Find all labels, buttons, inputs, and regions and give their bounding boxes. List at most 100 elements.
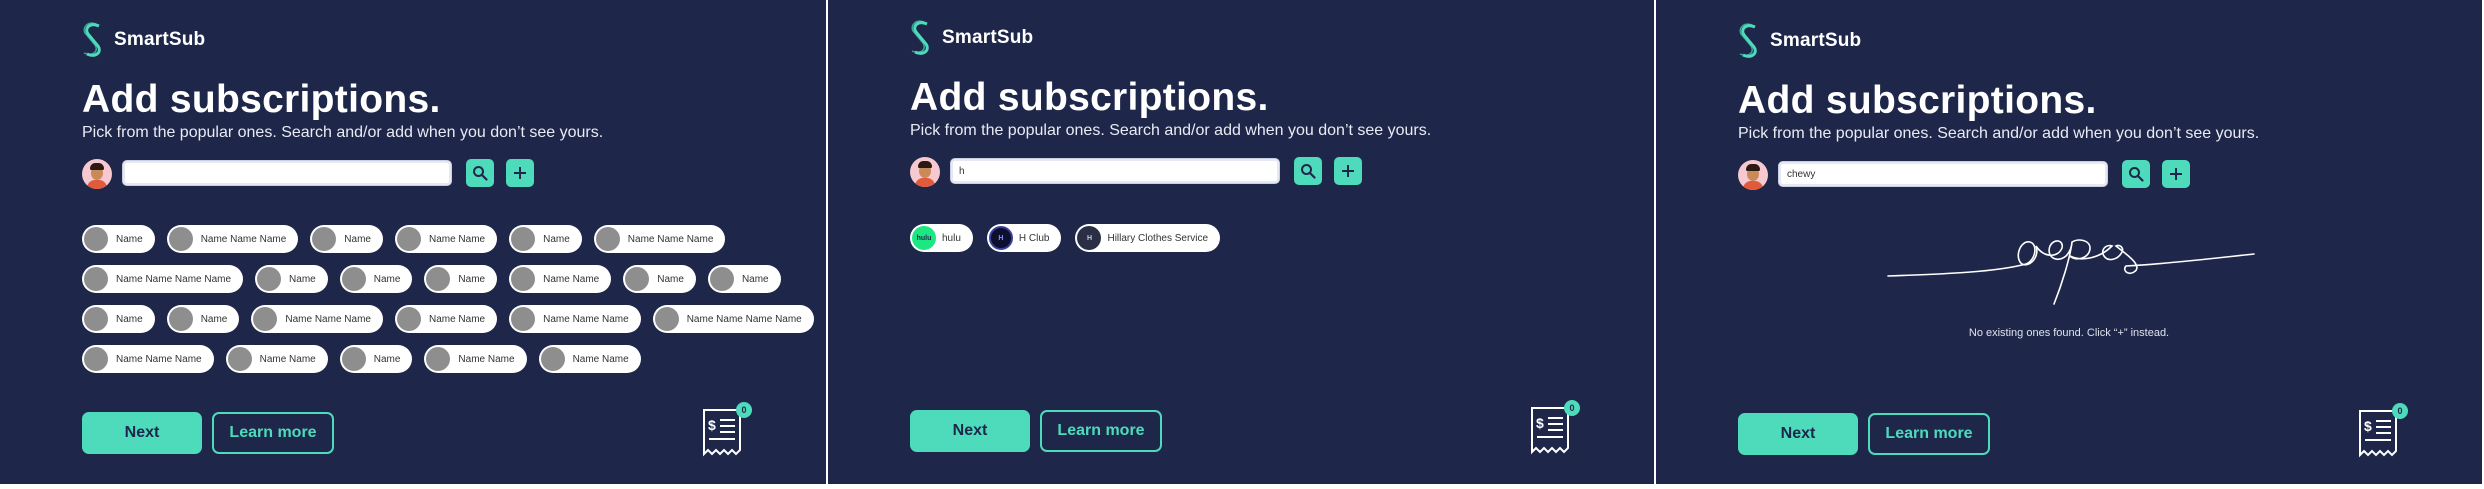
chip-label: hulu	[942, 232, 961, 244]
chip-logo	[84, 267, 108, 291]
svg-text:$: $	[708, 417, 716, 433]
brand: SmartSub	[1738, 21, 1861, 61]
subscription-chip[interactable]: Name	[424, 265, 498, 293]
next-button[interactable]: Next	[82, 412, 202, 454]
empty-message: No existing ones found. Click “+” instea…	[1968, 327, 2170, 339]
search-row: h	[910, 156, 1510, 188]
search-row	[82, 158, 682, 190]
magnifier-icon	[473, 166, 488, 181]
page-subtitle: Pick from the popular ones. Search and/o…	[82, 124, 604, 141]
subscription-chip[interactable]: Name	[310, 225, 383, 253]
page-subtitle: Pick from the popular ones. Search and/o…	[910, 122, 1432, 139]
chip-label: Hillary Clothes Service	[1107, 232, 1209, 244]
smartsub-logo-icon	[83, 22, 101, 57]
search-input[interactable]: chewy	[1778, 161, 2108, 187]
subscription-chip[interactable]: Name Name Name	[593, 225, 726, 253]
chip-label: Name Name Name	[116, 353, 202, 365]
learn-more-button[interactable]: Learn more	[1868, 413, 1990, 455]
chip-label: Name	[543, 233, 570, 245]
subscription-chip[interactable]: Name Name	[424, 345, 527, 373]
page-subtitle: Pick from the popular ones. Search and/o…	[1738, 125, 2260, 142]
subscription-chip[interactable]: Name	[707, 265, 781, 293]
result-chip-h-club[interactable]: H H Club	[986, 224, 1062, 252]
subscription-chip[interactable]: Name Name Name Name	[82, 265, 244, 293]
avatar[interactable]	[82, 159, 112, 189]
chip-logo	[654, 307, 679, 331]
search-button[interactable]	[1294, 157, 1322, 185]
panel-popular: SmartSub Add subscriptions. Pick from th…	[0, 0, 826, 484]
chip-logo	[257, 267, 282, 291]
subscription-chip[interactable]: Name Name Name	[251, 305, 383, 333]
subscription-chip[interactable]: Name	[623, 265, 696, 293]
svg-text:$: $	[2364, 418, 2372, 434]
add-button[interactable]	[2162, 160, 2190, 188]
chip-logo	[540, 347, 565, 371]
subscription-chip[interactable]: Name Name	[538, 345, 641, 373]
chip-logo	[396, 227, 421, 251]
learn-more-button[interactable]: Learn more	[212, 412, 334, 454]
chip-label: Name Name Name	[200, 233, 287, 245]
hulu-logo-icon: hulu	[912, 226, 936, 250]
chip-row: Name Name Name Name Name Name Name Name …	[82, 225, 782, 253]
subscription-chip[interactable]: Name	[82, 225, 155, 253]
avatar[interactable]	[910, 157, 940, 187]
magnifier-icon	[1301, 164, 1316, 179]
subscription-chip[interactable]: Name	[339, 265, 413, 293]
subscription-chip[interactable]: Name Name	[225, 345, 328, 373]
add-button[interactable]	[506, 159, 534, 187]
next-button[interactable]: Next	[910, 410, 1030, 452]
subscription-chip[interactable]: Name Name Name	[509, 305, 641, 333]
search-input[interactable]	[122, 160, 452, 186]
subscription-chip[interactable]: Name Name Name	[82, 345, 214, 373]
search-button[interactable]	[466, 159, 494, 187]
chip-label: Name Name Name Name	[116, 273, 232, 285]
brand-name: SmartSub	[942, 27, 1034, 48]
chip-label: Name Name Name	[285, 313, 371, 325]
chip-label: Name	[373, 353, 401, 365]
subscription-chip[interactable]: Name Name	[394, 225, 498, 253]
subscription-chip[interactable]: Name	[509, 225, 582, 253]
plus-icon	[2170, 168, 2182, 180]
chip-logo	[341, 267, 366, 291]
subscription-chip[interactable]: Name	[166, 305, 240, 333]
cart-count-badge: 0	[736, 402, 752, 418]
subscription-chip[interactable]: Name	[82, 305, 155, 333]
subscription-chip[interactable]: Name Name Name Name	[652, 305, 814, 333]
chip-label: Name Name Name	[543, 313, 629, 325]
avatar[interactable]	[1738, 160, 1768, 190]
subscription-chip[interactable]: Name Name	[509, 265, 612, 293]
chip-label: Name	[458, 273, 486, 285]
search-row: chewy	[1738, 159, 2338, 191]
chip-logo	[426, 347, 451, 371]
chip-label: Name Name Name Name	[686, 313, 802, 325]
chip-logo	[396, 307, 421, 331]
chip-label: Name	[373, 273, 401, 285]
result-chip-hillary-clothes[interactable]: H Hillary Clothes Service	[1075, 224, 1221, 252]
add-button[interactable]	[1334, 157, 1362, 185]
subscription-chip[interactable]: Name	[255, 265, 328, 293]
subscription-chip[interactable]: Name Name	[394, 305, 498, 333]
chip-label: Name	[200, 313, 228, 325]
subscription-chip[interactable]: Name Name Name	[166, 225, 299, 253]
chip-label: Name	[344, 233, 371, 245]
magnifier-icon	[2129, 167, 2144, 182]
chip-logo	[426, 267, 451, 291]
search-button[interactable]	[2122, 160, 2150, 188]
result-chip-hulu[interactable]: hulu hulu	[910, 224, 973, 252]
panel-no-results: SmartSub Add subscriptions. Pick from th…	[1656, 0, 2482, 484]
next-button[interactable]: Next	[1738, 413, 1858, 455]
chip-logo	[341, 347, 366, 371]
cart-count-badge: 0	[2392, 403, 2408, 419]
subscription-chip[interactable]: Name	[339, 345, 413, 373]
chip-logo	[168, 227, 193, 251]
h-club-logo-icon: H	[988, 226, 1013, 250]
chip-label: Name	[289, 273, 316, 285]
chip-label: Name Name	[428, 233, 486, 245]
chip-logo	[709, 267, 734, 291]
chip-logo	[511, 227, 536, 251]
chip-logo	[312, 227, 337, 251]
search-input[interactable]: h	[950, 158, 1280, 184]
chip-logo	[168, 307, 193, 331]
learn-more-button[interactable]: Learn more	[1040, 410, 1162, 452]
chip-label: Name Name	[543, 273, 600, 285]
